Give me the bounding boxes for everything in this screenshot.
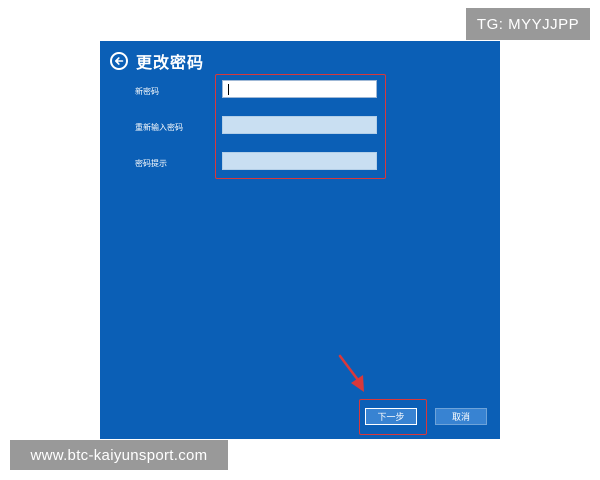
next-button[interactable]: 下一步 (365, 408, 417, 425)
password-hint-label: 密码提示 (135, 159, 167, 168)
tg-watermark: TG: MYYJJPP (466, 8, 590, 40)
confirm-password-label: 重新输入密码 (135, 123, 183, 132)
inputs-highlight-box (215, 74, 386, 179)
dialog-title: 更改密码 (136, 53, 205, 72)
pointer-arrow-icon (338, 354, 364, 392)
url-watermark-text: www.btc-kaiyunsport.com (30, 446, 208, 464)
tg-watermark-text: TG: MYYJJPP (476, 15, 580, 33)
screenshot-page: TG: MYYJJPP 更改密码 新密码 重新输入密码 密码提示 下一步 取消 … (0, 0, 600, 480)
back-button[interactable] (110, 52, 128, 70)
dialog-header: 更改密码 (110, 49, 204, 73)
url-watermark: www.btc-kaiyunsport.com (10, 440, 228, 470)
new-password-label: 新密码 (135, 87, 159, 96)
back-arrow-icon (115, 57, 124, 65)
cancel-button-label: 取消 (451, 413, 470, 423)
next-button-label: 下一步 (377, 413, 405, 423)
change-password-dialog: 更改密码 新密码 重新输入密码 密码提示 下一步 取消 (100, 41, 500, 439)
cancel-button[interactable]: 取消 (435, 408, 487, 425)
